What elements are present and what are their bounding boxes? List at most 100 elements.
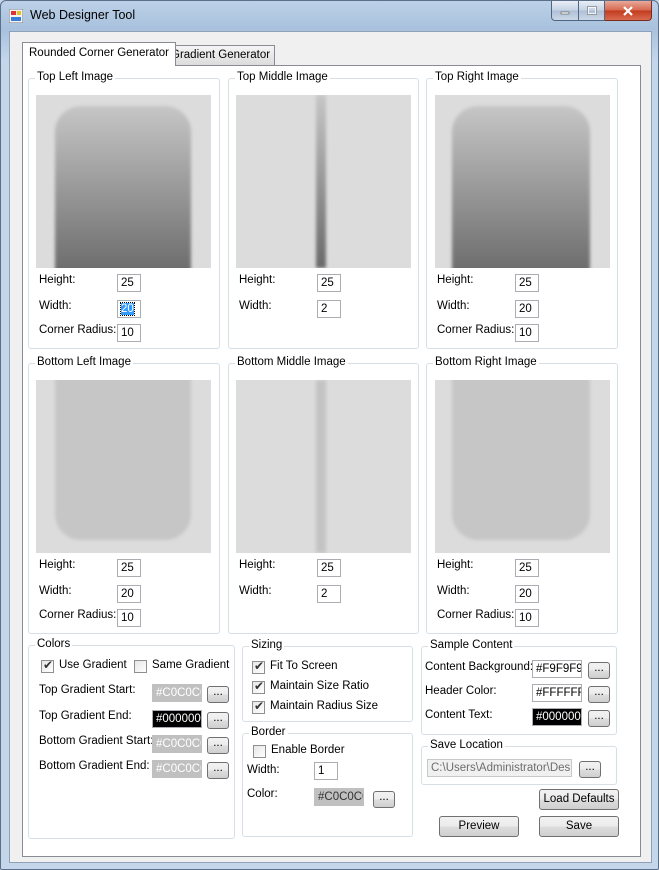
header-color-label: Header Color: xyxy=(425,685,497,697)
corner-radius-label: Corner Radius: xyxy=(437,609,515,621)
bottom-left-corner-radius-input[interactable]: 10 xyxy=(117,609,141,627)
bottom-gradient-start-input[interactable]: #C0C0C0 xyxy=(152,735,202,753)
bottom-middle-height-input[interactable]: 25 xyxy=(317,559,341,577)
top-left-corner-radius-input[interactable]: 10 xyxy=(117,324,141,342)
height-label: Height: xyxy=(39,559,76,571)
bottom-middle-image-group: Bottom Middle Image Height: 25 Width: 2 xyxy=(228,356,419,634)
group-title: Bottom Right Image xyxy=(433,356,539,368)
use-gradient-checkbox[interactable]: ✔ xyxy=(41,658,54,673)
minimize-button[interactable] xyxy=(551,1,579,21)
header-color-input[interactable]: #FFFFFF xyxy=(532,684,582,702)
save-location-browse-button[interactable]: ... xyxy=(579,761,601,778)
top-right-height-input[interactable]: 25 xyxy=(515,274,539,292)
maintain-radius-size-checkbox[interactable]: ✔ xyxy=(252,699,265,714)
fit-to-screen-label[interactable]: Fit To Screen xyxy=(270,660,338,672)
bottom-right-height-input[interactable]: 25 xyxy=(515,559,539,577)
top-right-preview xyxy=(435,95,610,268)
main-window: Web Designer Tool Rounded Corner Generat… xyxy=(0,0,659,870)
maintain-radius-size-label[interactable]: Maintain Radius Size xyxy=(270,700,378,712)
sizing-group: Sizing ✔ Fit To Screen ✔ Maintain Size R… xyxy=(242,639,413,722)
bottom-left-height-input[interactable]: 25 xyxy=(117,559,141,577)
header-color-browse-button[interactable]: ... xyxy=(588,686,610,703)
maintain-size-ratio-label[interactable]: Maintain Size Ratio xyxy=(270,680,369,692)
corner-radius-label: Corner Radius: xyxy=(39,609,117,621)
group-title: Sizing xyxy=(249,639,285,651)
top-gradient-start-input[interactable]: #C0C0C0 xyxy=(152,684,202,702)
border-color-browse-button[interactable]: ... xyxy=(373,791,395,808)
load-defaults-button[interactable]: Load Defaults xyxy=(539,789,619,810)
check-icon: ✔ xyxy=(254,679,265,693)
save-button[interactable]: Save xyxy=(539,816,619,837)
top-middle-height-input[interactable]: 25 xyxy=(317,274,341,292)
fit-to-screen-checkbox[interactable]: ✔ xyxy=(252,659,265,674)
content-background-input[interactable]: #F9F9F9 xyxy=(532,660,582,678)
maintain-size-ratio-checkbox[interactable]: ✔ xyxy=(252,679,265,694)
maximize-icon xyxy=(586,6,597,15)
top-left-image-group: Top Left Image Height: 25 Width: 20 Corn… xyxy=(28,71,220,349)
top-middle-image-group: Top Middle Image Height: 25 Width: 2 xyxy=(228,71,419,349)
content-background-browse-button[interactable]: ... xyxy=(588,662,610,679)
top-left-width-input[interactable]: 20 xyxy=(117,300,141,318)
bottom-left-image-group: Bottom Left Image Height: 25 Width: 20 C… xyxy=(28,356,220,634)
group-title: Top Right Image xyxy=(433,71,521,83)
top-middle-preview xyxy=(236,95,411,268)
save-location-group: Save Location C:\Users\Administrator\Des… xyxy=(421,739,617,785)
same-gradient-label[interactable]: Same Gradient xyxy=(152,659,229,671)
width-label: Width: xyxy=(39,585,72,597)
use-gradient-label[interactable]: Use Gradient xyxy=(59,659,127,671)
group-title: Bottom Middle Image xyxy=(235,356,348,368)
check-icon: ✔ xyxy=(254,699,265,713)
bottom-right-corner-radius-input[interactable]: 10 xyxy=(515,609,539,627)
tab-rounded-corner-generator[interactable]: Rounded Corner Generator xyxy=(22,42,176,66)
height-label: Height: xyxy=(39,274,76,286)
top-middle-width-input[interactable]: 2 xyxy=(317,300,341,318)
bottom-gradient-start-label: Bottom Gradient Start: xyxy=(39,735,154,747)
top-gradient-end-browse-button[interactable]: ... xyxy=(207,712,229,729)
tab-gradient-generator[interactable]: Gradient Generator xyxy=(166,45,276,65)
width-label: Width: xyxy=(39,300,72,312)
bottom-gradient-start-browse-button[interactable]: ... xyxy=(207,737,229,754)
minimize-icon xyxy=(560,11,570,14)
enable-border-checkbox[interactable] xyxy=(253,745,266,758)
bottom-right-image-group: Bottom Right Image Height: 25 Width: 20 … xyxy=(426,356,618,634)
top-gradient-end-label: Top Gradient End: xyxy=(39,710,132,722)
content-text-label: Content Text: xyxy=(425,709,493,721)
preview-button[interactable]: Preview xyxy=(439,816,519,837)
group-title: Top Left Image xyxy=(35,71,116,83)
group-title: Sample Content xyxy=(428,639,515,651)
border-color-input[interactable]: #C0C0C0 xyxy=(314,788,364,806)
bottom-middle-width-input[interactable]: 2 xyxy=(317,585,341,603)
top-left-height-input[interactable]: 25 xyxy=(117,274,141,292)
top-left-width-value: 20 xyxy=(120,302,135,316)
bottom-left-width-input[interactable]: 20 xyxy=(117,585,141,603)
top-right-image-group: Top Right Image Height: 25 Width: 20 Cor… xyxy=(426,71,618,349)
content-text-browse-button[interactable]: ... xyxy=(588,710,610,727)
enable-border-label[interactable]: Enable Border xyxy=(271,744,345,756)
border-width-input[interactable]: 1 xyxy=(314,762,338,780)
same-gradient-checkbox[interactable] xyxy=(134,660,147,673)
bottom-right-preview xyxy=(435,380,610,553)
border-group: Border Enable Border Width: 1 Color: #C0… xyxy=(242,726,413,837)
corner-radius-label: Corner Radius: xyxy=(437,324,515,336)
group-title: Bottom Left Image xyxy=(35,356,133,368)
title-bar[interactable]: Web Designer Tool xyxy=(1,1,658,31)
save-location-input[interactable]: C:\Users\Administrator\Deskt xyxy=(427,759,572,777)
maximize-button[interactable] xyxy=(579,1,605,21)
bottom-right-width-input[interactable]: 20 xyxy=(515,585,539,603)
colors-group: Colors ✔ Use Gradient Same Gradient Top … xyxy=(28,638,235,839)
top-right-corner-radius-input[interactable]: 10 xyxy=(515,324,539,342)
top-gradient-end-input[interactable]: #000000 xyxy=(152,710,202,728)
height-label: Height: xyxy=(437,559,474,571)
close-button[interactable] xyxy=(605,1,652,21)
content-text-input[interactable]: #000000 xyxy=(532,708,582,726)
group-title: Border xyxy=(249,726,288,738)
bottom-left-preview xyxy=(36,380,211,553)
width-label: Width: xyxy=(239,300,272,312)
bottom-gradient-end-browse-button[interactable]: ... xyxy=(207,762,229,779)
bottom-gradient-end-input[interactable]: #C0C0C0 xyxy=(152,760,202,778)
top-left-preview xyxy=(36,95,211,268)
top-right-width-input[interactable]: 20 xyxy=(515,300,539,318)
height-label: Height: xyxy=(239,274,276,286)
top-gradient-start-browse-button[interactable]: ... xyxy=(207,686,229,703)
check-icon: ✔ xyxy=(254,659,265,673)
